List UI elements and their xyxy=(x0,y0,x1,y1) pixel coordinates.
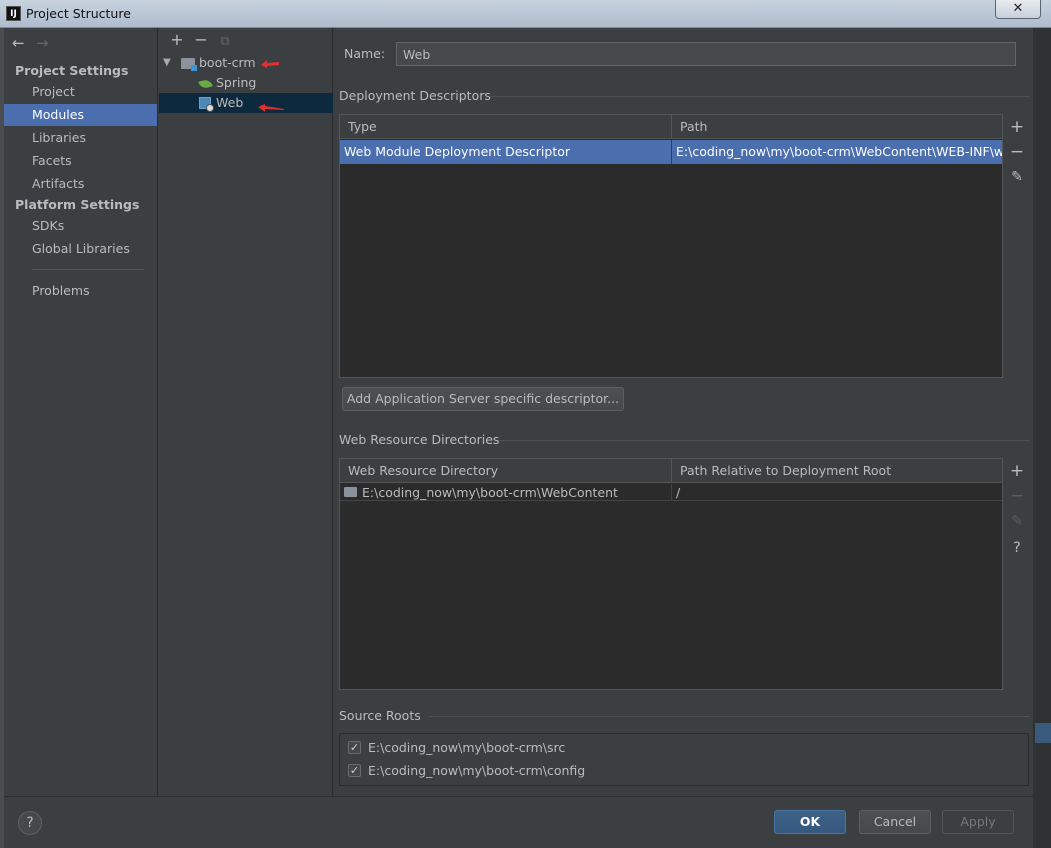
nav-history: ← → xyxy=(12,34,60,52)
help-icon[interactable]: ? xyxy=(1004,537,1030,559)
relative-path-cell: / xyxy=(676,485,681,500)
section-divider xyxy=(499,440,1029,441)
title-bar: IJ Project Structure ✕ xyxy=(0,0,1051,28)
nav-item-problems[interactable]: Problems xyxy=(4,280,157,302)
web-resource-dir-cell: E:\coding_now\my\boot-crm\WebContent xyxy=(340,484,672,501)
module-tree: + − ⧉ ▼ boot-crm Spring Web xyxy=(159,28,333,796)
edit-web-resource-icon[interactable]: ✎ xyxy=(1004,510,1030,532)
add-web-resource-icon[interactable]: + xyxy=(1004,460,1030,482)
web-resource-toolbar: + − ✎ ? xyxy=(1004,458,1030,690)
tree-label-root: boot-crm xyxy=(199,55,256,70)
table-row[interactable]: Web Module Deployment Descriptor E:\codi… xyxy=(340,140,1002,164)
folder-icon xyxy=(344,487,357,497)
remove-descriptor-icon[interactable]: − xyxy=(1004,141,1030,163)
nav-item-project[interactable]: Project xyxy=(4,81,157,103)
column-header-relative-path[interactable]: Path Relative to Deployment Root xyxy=(672,459,1002,483)
nav-item-artifacts[interactable]: Artifacts xyxy=(4,173,157,195)
ok-button[interactable]: OK xyxy=(774,810,846,834)
module-folder-icon xyxy=(181,58,197,71)
column-header-path[interactable]: Path xyxy=(672,115,1002,139)
platform-settings-heading: Platform Settings xyxy=(15,197,140,212)
column-header-web-resource-directory[interactable]: Web Resource Directory xyxy=(340,459,672,483)
nav-item-libraries[interactable]: Libraries xyxy=(4,127,157,149)
remove-icon[interactable]: − xyxy=(189,30,213,49)
web-resource-directories-heading: Web Resource Directories xyxy=(339,432,500,447)
deployment-descriptors-toolbar: + − ✎ xyxy=(1004,114,1030,378)
checkbox-checked-icon[interactable]: ✓ xyxy=(348,741,361,754)
checkbox-checked-icon[interactable]: ✓ xyxy=(348,764,361,777)
project-settings-heading: Project Settings xyxy=(15,63,129,78)
table-header: Type Path xyxy=(340,115,1002,139)
add-descriptor-icon[interactable]: + xyxy=(1004,116,1030,138)
add-server-descriptor-button[interactable]: Add Application Server specific descript… xyxy=(342,387,624,411)
tree-toolbar: + − ⧉ xyxy=(165,30,237,52)
column-header-type[interactable]: Type xyxy=(340,115,672,139)
source-roots-list: ✓ E:\coding_now\my\boot-crm\src ✓ E:\cod… xyxy=(339,733,1029,786)
web-facet-detail: Name: Deployment Descriptors Type Path W… xyxy=(334,28,1033,796)
window-close-button[interactable]: ✕ xyxy=(995,0,1041,19)
dialog-button-bar: ? OK Cancel Apply xyxy=(4,796,1033,848)
table-row[interactable]: E:\coding_now\my\boot-crm\WebContent / xyxy=(340,484,1002,501)
facet-name-input[interactable] xyxy=(396,42,1016,66)
window-title: Project Structure xyxy=(26,6,131,21)
nav-divider xyxy=(32,269,144,270)
source-roots-heading: Source Roots xyxy=(339,708,421,723)
help-button[interactable]: ? xyxy=(18,811,42,835)
deployment-descriptors-heading: Deployment Descriptors xyxy=(339,88,491,103)
spring-leaf-icon xyxy=(198,78,213,90)
copy-icon[interactable]: ⧉ xyxy=(213,34,237,49)
descriptor-path-cell: E:\coding_now\my\boot-crm\WebContent\WEB… xyxy=(676,144,1002,159)
cancel-button[interactable]: Cancel xyxy=(859,810,931,834)
intellij-app-icon: IJ xyxy=(6,6,21,21)
web-resource-directories-table[interactable]: Web Resource Directory Path Relative to … xyxy=(339,458,1003,690)
tree-label-web: Web xyxy=(216,95,244,110)
annotation-arrow-icon xyxy=(261,60,279,68)
web-resource-dir-text: E:\coding_now\my\boot-crm\WebContent xyxy=(362,485,618,500)
settings-nav: ← → Project Settings Project Modules Libr… xyxy=(4,28,158,796)
nav-item-facets[interactable]: Facets xyxy=(4,150,157,172)
remove-web-resource-icon[interactable]: − xyxy=(1004,485,1030,507)
section-divider xyxy=(429,716,1029,717)
tree-node-spring[interactable]: Spring xyxy=(159,73,333,93)
tree-node-web[interactable]: Web xyxy=(159,93,333,113)
name-label: Name: xyxy=(344,46,386,61)
back-arrow-icon[interactable]: ← xyxy=(12,34,36,52)
edit-descriptor-icon[interactable]: ✎ xyxy=(1004,166,1030,188)
source-root-label: E:\coding_now\my\boot-crm\config xyxy=(368,763,586,778)
forward-arrow-icon[interactable]: → xyxy=(36,34,60,52)
tree-node-boot-crm[interactable]: ▼ boot-crm xyxy=(159,53,333,73)
expand-triangle-icon[interactable]: ▼ xyxy=(163,53,171,73)
source-root-label: E:\coding_now\my\boot-crm\src xyxy=(368,740,566,755)
nav-item-sdks[interactable]: SDKs xyxy=(4,215,157,237)
background-window-edge xyxy=(1033,28,1051,848)
nav-item-modules[interactable]: Modules xyxy=(4,104,157,126)
nav-item-global-libraries[interactable]: Global Libraries xyxy=(4,238,157,260)
add-icon[interactable]: + xyxy=(165,30,189,49)
table-header: Web Resource Directory Path Relative to … xyxy=(340,459,1002,483)
web-facet-icon xyxy=(199,97,214,112)
tree-label-spring: Spring xyxy=(216,75,257,90)
apply-button[interactable]: Apply xyxy=(942,810,1014,834)
descriptor-type-cell: Web Module Deployment Descriptor xyxy=(340,140,672,164)
section-divider xyxy=(489,96,1029,97)
deployment-descriptors-table[interactable]: Type Path Web Module Deployment Descript… xyxy=(339,114,1003,378)
annotation-arrow-icon xyxy=(258,104,284,112)
